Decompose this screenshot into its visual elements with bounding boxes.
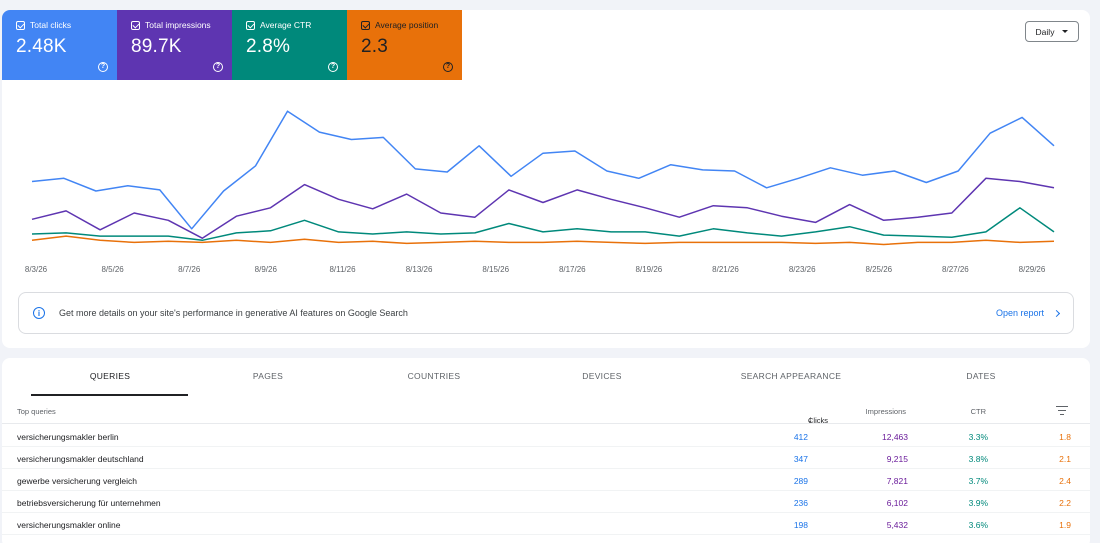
metric-value: 2.3 bbox=[361, 36, 389, 57]
performance-card: Total clicks 2.48K ? Total impressions 8… bbox=[2, 10, 1090, 348]
cell-position: 2.2 bbox=[1059, 498, 1071, 508]
tab-search-appearance[interactable]: SEARCH APPEARANCE bbox=[741, 371, 842, 381]
x-tick-label: 8/17/26 bbox=[559, 265, 586, 274]
x-tick-label: 8/13/26 bbox=[406, 265, 433, 274]
header-top-queries: Top queries bbox=[17, 407, 56, 416]
info-icon: i bbox=[33, 307, 45, 319]
cell-query: gewerbe versicherung vergleich bbox=[17, 476, 138, 486]
cell-clicks: 412 bbox=[793, 432, 808, 442]
metric-label: Total clicks bbox=[30, 20, 72, 30]
cell-clicks: 347 bbox=[793, 454, 808, 464]
cell-position: 2.4 bbox=[1059, 476, 1071, 486]
help-icon[interactable]: ? bbox=[98, 62, 108, 72]
x-tick-label: 8/11/26 bbox=[329, 265, 356, 274]
x-tick-label: 8/9/26 bbox=[255, 265, 278, 274]
x-tick-label: 8/15/26 bbox=[482, 265, 509, 274]
x-tick-label: 8/3/26 bbox=[25, 265, 48, 274]
checkbox-checked-icon[interactable] bbox=[246, 20, 255, 30]
metric-label: Average CTR bbox=[260, 20, 312, 30]
table-row[interactable]: gewerbe versicherung vergleich 289 7,821… bbox=[2, 469, 1090, 491]
table-row[interactable]: versicherungsmakler online 198 5,432 3.6… bbox=[2, 513, 1090, 535]
period-select-value: Daily bbox=[1035, 26, 1055, 37]
cell-query: versicherungsmakler deutschland bbox=[17, 454, 144, 464]
filter-icon[interactable] bbox=[1056, 406, 1068, 416]
cell-ctr: 3.9% bbox=[968, 498, 988, 508]
cell-impressions: 12,463 bbox=[882, 432, 908, 442]
open-report-link[interactable]: Open report bbox=[995, 308, 1061, 318]
metric-value: 2.8% bbox=[246, 36, 291, 57]
period-select[interactable]: Daily bbox=[1025, 21, 1079, 42]
x-tick-label: 8/19/26 bbox=[636, 265, 663, 274]
x-tick-label: 8/25/26 bbox=[865, 265, 892, 274]
help-icon[interactable]: ? bbox=[443, 62, 453, 72]
tab-devices[interactable]: DEVICES bbox=[582, 371, 621, 381]
x-tick-label: 8/5/26 bbox=[101, 265, 124, 274]
cell-query: versicherungsmakler berlin bbox=[17, 432, 119, 442]
queries-table-card: QUERIES PAGES COUNTRIES DEVICES SEARCH A… bbox=[2, 358, 1090, 543]
metric-value: 89.7K bbox=[131, 36, 182, 57]
table-row[interactable]: versicherungsmakler deutschland 347 9,21… bbox=[2, 447, 1090, 469]
x-tick-label: 8/7/26 bbox=[178, 265, 201, 274]
x-tick-label: 8/21/26 bbox=[712, 265, 739, 274]
metric-label: Total impressions bbox=[145, 20, 211, 30]
x-tick-label: 8/27/26 bbox=[942, 265, 969, 274]
open-report-label: Open report bbox=[995, 308, 1044, 318]
metric-label: Average position bbox=[375, 20, 439, 30]
x-tick-label: 8/23/26 bbox=[789, 265, 816, 274]
tab-queries[interactable]: QUERIES bbox=[90, 371, 130, 381]
header-ctr[interactable]: CTR bbox=[971, 407, 986, 416]
checkbox-checked-icon[interactable] bbox=[16, 20, 25, 30]
header-impressions[interactable]: Impressions bbox=[866, 407, 906, 416]
gen-ai-banner: i Get more details on your site's perfor… bbox=[18, 292, 1074, 334]
series-line-3 bbox=[31, 235, 1055, 246]
cell-ctr: 3.6% bbox=[968, 520, 988, 530]
header-clicks-label: Clicks bbox=[808, 416, 828, 425]
banner-message: Get more details on your site's performa… bbox=[59, 308, 408, 318]
metric-average-ctr[interactable]: Average CTR 2.8% ? bbox=[232, 10, 347, 80]
cell-ctr: 3.8% bbox=[968, 454, 988, 464]
cell-ctr: 3.7% bbox=[968, 476, 988, 486]
metric-value: 2.48K bbox=[16, 36, 67, 57]
tab-pages[interactable]: PAGES bbox=[253, 371, 283, 381]
metric-total-impressions[interactable]: Total impressions 89.7K ? bbox=[117, 10, 232, 80]
series-line-1 bbox=[31, 177, 1055, 239]
cell-clicks: 236 bbox=[793, 498, 808, 508]
table-row[interactable]: versicherungsmakler berlin 412 12,463 3.… bbox=[2, 425, 1090, 447]
metric-total-clicks[interactable]: Total clicks 2.48K ? bbox=[2, 10, 117, 80]
cell-impressions: 5,432 bbox=[886, 520, 908, 530]
tab-dates[interactable]: DATES bbox=[966, 371, 995, 381]
chevron-right-icon bbox=[1052, 309, 1061, 317]
cell-position: 1.9 bbox=[1059, 520, 1071, 530]
table-row[interactable]: betriebsversicherung für unternehmen 236… bbox=[2, 491, 1090, 513]
cell-impressions: 6,102 bbox=[886, 498, 908, 508]
help-icon[interactable]: ? bbox=[328, 62, 338, 72]
cell-impressions: 9,215 bbox=[886, 454, 908, 464]
report-tabs: QUERIES PAGES COUNTRIES DEVICES SEARCH A… bbox=[2, 358, 1090, 396]
table-header: Top queries ↓ Clicks Impressions CTR bbox=[2, 398, 1090, 425]
help-icon[interactable]: ? bbox=[213, 62, 223, 72]
caret-down-icon bbox=[1062, 30, 1069, 33]
checkbox-checked-icon[interactable] bbox=[131, 20, 140, 30]
series-line-2 bbox=[31, 207, 1055, 242]
cell-impressions: 7,821 bbox=[886, 476, 908, 486]
cell-clicks: 289 bbox=[793, 476, 808, 486]
cell-ctr: 3.3% bbox=[968, 432, 988, 442]
x-tick-label: 8/29/26 bbox=[1019, 265, 1046, 274]
tab-countries[interactable]: COUNTRIES bbox=[408, 371, 461, 381]
cell-position: 1.8 bbox=[1059, 432, 1071, 442]
cell-position: 2.1 bbox=[1059, 454, 1071, 464]
cell-clicks: 198 bbox=[793, 520, 808, 530]
cell-query: versicherungsmakler online bbox=[17, 520, 121, 530]
cell-query: betriebsversicherung für unternehmen bbox=[17, 498, 161, 508]
checkbox-checked-icon[interactable] bbox=[361, 20, 370, 30]
series-line-0 bbox=[31, 110, 1055, 230]
active-tab-indicator bbox=[31, 394, 188, 396]
table-body: versicherungsmakler berlin 412 12,463 3.… bbox=[2, 425, 1090, 535]
performance-line-chart: 8/3/26 8/5/26 8/7/26 8/9/26 8/11/26 8/13/26 8/… bbox=[25, 110, 1055, 274]
metric-average-position[interactable]: Average position 2.3 ? bbox=[347, 10, 462, 80]
